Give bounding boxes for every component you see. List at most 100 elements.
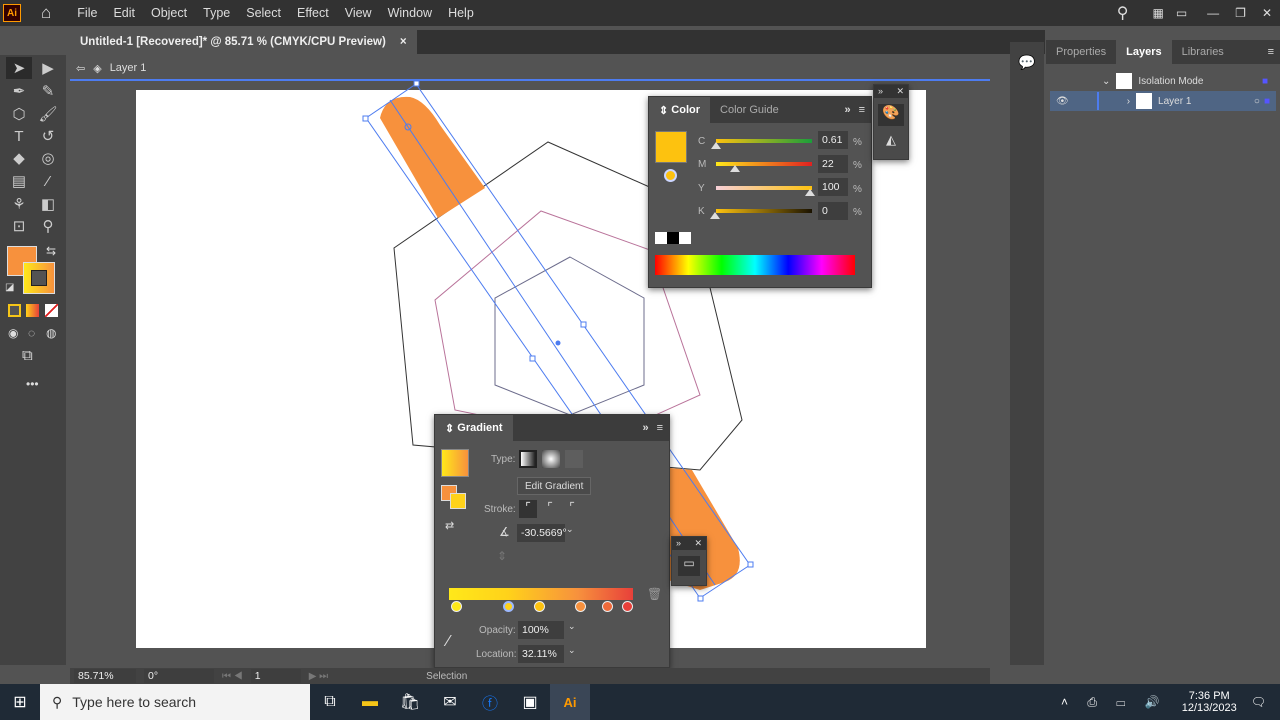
artboard-field[interactable]: 1 [250, 669, 301, 683]
eyedropper-icon[interactable]: ⁄ [447, 633, 450, 651]
taskbar-search[interactable]: ⚲ Type here to search [40, 684, 310, 720]
layer-row-isolation[interactable]: ⌄ Isolation Mode ■ [1046, 71, 1280, 91]
stroke-indicator-icon[interactable] [664, 169, 677, 182]
tab-color-guide[interactable]: Color Guide [710, 97, 789, 123]
notifications-icon[interactable]: 🗨 [1251, 695, 1266, 709]
gradient-panel-icon[interactable]: ▭ [678, 556, 700, 576]
k-slider-thumb[interactable] [710, 212, 720, 219]
close-icon[interactable]: ✕ [896, 86, 904, 97]
comments-icon[interactable]: 💬 [1018, 54, 1036, 71]
stroke-across-button[interactable]: ⌜ [563, 500, 581, 518]
target-circle-icon[interactable]: ○ [1254, 96, 1260, 107]
y-slider-thumb[interactable] [805, 189, 815, 196]
angle-field[interactable]: -30.5669° [517, 524, 567, 542]
k-unit: % [853, 207, 862, 218]
gradient-stop[interactable] [622, 601, 634, 612]
gradient-stop[interactable] [451, 601, 463, 612]
linear-gradient-button[interactable] [519, 450, 537, 468]
location-field[interactable]: 32.11% [518, 645, 564, 663]
rotation-field[interactable]: 0° [144, 669, 214, 683]
gradient-stop[interactable] [502, 601, 514, 612]
k-slider[interactable] [716, 209, 812, 213]
location-label: Location: [476, 649, 517, 660]
anchor-handle [580, 321, 587, 328]
selection-square-icon[interactable]: ■ [1264, 96, 1270, 107]
expand-icon[interactable]: » [676, 538, 681, 549]
m-slider-thumb[interactable] [730, 165, 740, 172]
channel-k-label: K [698, 206, 705, 217]
stroke-within-button[interactable]: ⌜ [519, 500, 537, 518]
angle-dropdown-icon[interactable]: ⌄ [566, 524, 574, 535]
tab-color[interactable]: ⇕ Color [649, 97, 711, 123]
anchor-handle [362, 115, 369, 122]
windows-start-icon[interactable]: ⊞ [0, 684, 40, 720]
location-dropdown-icon[interactable]: ⌄ [568, 645, 576, 656]
close-icon[interactable]: ✕ [694, 538, 702, 549]
anchor-handle [413, 80, 420, 87]
panel-menu-icon[interactable]: ≡ [657, 422, 663, 434]
stroke-indicator[interactable] [450, 493, 466, 509]
panel-menu-icon[interactable]: ≡ [1268, 46, 1274, 58]
system-tray-icons[interactable]: ˄ ⎙ ▭ 🔊 [1061, 695, 1168, 710]
opacity-field[interactable]: 100% [518, 621, 564, 639]
clock-date[interactable]: 12/13/2023 [1182, 702, 1237, 714]
color-panel-icon[interactable]: 🎨 [878, 104, 904, 126]
tab-libraries[interactable]: Libraries [1172, 39, 1234, 65]
none-black-white-swatches[interactable] [655, 232, 691, 244]
gradient-panel-icon[interactable]: ◭ [874, 132, 908, 148]
tab-gradient[interactable]: ⇕ Gradient [435, 415, 513, 441]
color-panel-header: ⇕ Color Color Guide » ≡ [649, 97, 871, 123]
m-value-field[interactable]: 22 [818, 155, 848, 173]
c-slider[interactable] [716, 139, 812, 143]
zoom-field[interactable]: 85.71% [74, 669, 136, 683]
orange-band-top [380, 96, 485, 218]
delete-stop-icon[interactable]: 🗑 [647, 587, 662, 601]
c-value-field[interactable]: 0.61 [818, 131, 848, 149]
freeform-gradient-button[interactable] [565, 450, 583, 468]
k-value-field[interactable]: 0 [818, 202, 848, 220]
c-slider-thumb[interactable] [711, 142, 721, 149]
tab-color-label: Color [671, 104, 701, 116]
file-explorer-icon[interactable]: ▬ [350, 684, 390, 720]
gradient-stop[interactable] [534, 601, 546, 612]
tab-properties[interactable]: Properties [1046, 39, 1116, 65]
angle-icon: ∡ [499, 525, 510, 539]
current-color-swatch[interactable] [655, 131, 687, 163]
edit-gradient-button[interactable]: Edit Gradient [517, 477, 592, 495]
mail-icon[interactable]: ✉ [430, 684, 470, 720]
center-point [555, 340, 561, 346]
tab-layers[interactable]: Layers [1116, 39, 1172, 65]
gradient-stop[interactable] [574, 601, 586, 612]
comments-strip: 💬 [1010, 42, 1044, 665]
stroke-along-button[interactable]: ⌜ [541, 500, 559, 518]
illustrator-taskbar-icon[interactable]: Ai [550, 684, 590, 720]
terminal-app-icon[interactable]: ▣ [510, 684, 550, 720]
anchor-handle [529, 355, 536, 362]
panel-menu-icon[interactable]: ≡ [859, 104, 865, 116]
collapse-icon[interactable]: » [642, 422, 648, 434]
collapse-icon[interactable]: » [844, 104, 850, 116]
gradient-stop[interactable] [602, 601, 614, 612]
y-value-field[interactable]: 100 [818, 178, 848, 196]
clock-time[interactable]: 7:36 PM [1182, 690, 1237, 702]
opacity-label: Opacity: [479, 625, 516, 636]
layer-row-layer1[interactable]: 👁 › Layer 1 ○ ■ [1050, 91, 1276, 111]
facebook-icon[interactable]: ⓕ [470, 684, 510, 720]
reverse-gradient-icon[interactable]: ⇄ [445, 519, 454, 532]
store-icon[interactable]: 🛍 [390, 684, 430, 720]
collapsed-gradient-dock: » ✕ ▭ [671, 536, 707, 586]
task-view-icon[interactable]: ⧉ [310, 684, 350, 720]
stroke-label: Stroke: [484, 504, 516, 515]
radial-gradient-button[interactable] [542, 450, 560, 468]
y-slider[interactable] [716, 186, 812, 190]
gradient-slider[interactable] [449, 588, 633, 600]
collapse-arrow-icon[interactable]: ⌄ [1102, 76, 1110, 87]
gradient-preview-swatch[interactable] [441, 449, 469, 477]
color-spectrum[interactable] [655, 255, 855, 275]
expand-arrow-icon[interactable]: › [1127, 96, 1130, 107]
visibility-eye-icon[interactable]: 👁 [1056, 96, 1069, 107]
opacity-dropdown-icon[interactable]: ⌄ [568, 621, 576, 632]
collapsed-panel-dock: » ✕ 🎨 ◭ [873, 84, 909, 160]
target-icon[interactable]: ■ [1262, 76, 1268, 87]
expand-icon[interactable]: » [878, 86, 883, 97]
